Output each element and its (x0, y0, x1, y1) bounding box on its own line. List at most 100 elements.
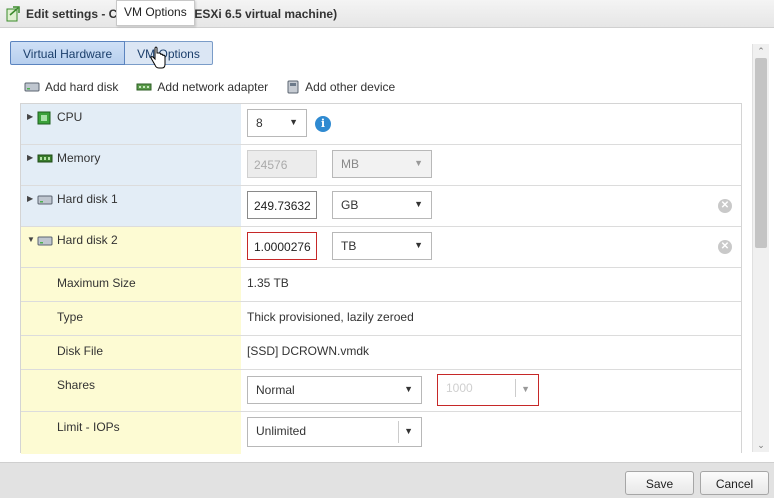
disk-file-label-cell: Disk File (21, 336, 241, 369)
hard-disk-icon (37, 195, 53, 205)
dialog-footer: Save Cancel (0, 462, 774, 498)
add-hard-disk-label: Add hard disk (45, 80, 119, 94)
memory-icon (37, 154, 53, 163)
hard-disk-2-unit-select[interactable]: TB ▼ (332, 232, 432, 260)
hard-disk-icon (37, 236, 53, 246)
shares-select[interactable]: Normal ▼ (247, 376, 422, 404)
hard-disk-1-value-cell: 249.73632 GB ▼ ✕ (241, 186, 741, 226)
hard-disk-1-label: Hard disk 1 (57, 192, 118, 206)
table-row-disk-file: Disk File [SSD] DCROWN.vmdk (21, 336, 741, 370)
memory-input[interactable]: 24576 (247, 150, 317, 178)
memory-value-cell: 24576 MB ▼ (241, 145, 741, 185)
tab-bar: Virtual Hardware VM Options (10, 41, 213, 65)
expand-icon[interactable]: ▶ (27, 194, 33, 203)
limit-iops-value: Unlimited (256, 424, 307, 438)
cpu-select-value: 8 (256, 116, 263, 130)
expand-icon[interactable]: ▶ (27, 112, 33, 121)
table-row-limit-iops: Limit - IOPs Unlimited ▼ (21, 412, 741, 454)
hardware-table: ▶ CPU 8 ▼ i ▶ Memory 24576 MB ▼ ▶ Hard d… (20, 103, 742, 454)
hard-disk-2-size-input[interactable]: 1.0000276 (247, 232, 317, 260)
hard-disk-2-unit-value: TB (341, 239, 357, 253)
cancel-button[interactable]: Cancel (700, 471, 769, 495)
hard-disk-1-unit-value: GB (341, 198, 359, 212)
table-row-memory: ▶ Memory 24576 MB ▼ (21, 145, 741, 186)
dialog-titlebar: Edit settings - C ESXi 6.5 virtual machin… (0, 0, 774, 28)
add-other-device-button[interactable]: Add other device (286, 80, 395, 94)
chevron-down-icon: ▼ (289, 117, 298, 127)
add-network-adapter-label: Add network adapter (157, 80, 269, 94)
shares-label: Shares (57, 378, 96, 392)
memory-unit-value: MB (341, 157, 359, 171)
table-row-hard-disk-1: ▶ Hard disk 1 249.73632 GB ▼ ✕ (21, 186, 741, 227)
maximum-size-label: Maximum Size (57, 276, 136, 290)
hard-disk-2-value-cell: 1.0000276 TB ▼ ✕ (241, 227, 741, 267)
limit-iops-select[interactable]: Unlimited ▼ (247, 417, 422, 447)
table-row-maximum-size: Maximum Size 1.35 TB (21, 268, 741, 302)
chevron-down-icon: ▼ (404, 426, 413, 436)
memory-label-cell: ▶ Memory (21, 145, 241, 185)
memory-label: Memory (57, 151, 101, 165)
scrollbar-thumb[interactable] (755, 58, 767, 248)
disk-file-value: [SSD] DCROWN.vmdk (247, 344, 370, 358)
vertical-scrollbar[interactable]: ⌃ ⌄ (752, 44, 769, 452)
chevron-down-icon: ▼ (414, 199, 423, 209)
limit-iops-label: Limit - IOPs (57, 420, 120, 434)
table-row-cpu: ▶ CPU 8 ▼ i (21, 104, 741, 145)
maximum-size-value: 1.35 TB (247, 276, 289, 290)
cpu-value-cell: 8 ▼ i (241, 104, 741, 144)
shares-select-value: Normal (256, 383, 295, 397)
limit-iops-value-cell: Unlimited ▼ (241, 412, 741, 454)
hard-disk-1-label-cell: ▶ Hard disk 1 (21, 186, 241, 226)
hard-disk-1-unit-select[interactable]: GB ▼ (332, 191, 432, 219)
shares-value-combo[interactable]: 1000 ▼ (437, 374, 539, 406)
combo-divider (515, 379, 516, 397)
edit-settings-icon (6, 6, 20, 22)
shares-value-text: 1000 (446, 381, 473, 395)
scroll-down-icon[interactable]: ⌄ (756, 440, 766, 450)
cpu-icon (37, 111, 51, 125)
cpu-label-cell: ▶ CPU (21, 104, 241, 144)
shares-value-cell: Normal ▼ 1000 ▼ (241, 370, 741, 411)
network-adapter-icon (136, 83, 152, 91)
combo-divider (398, 421, 399, 443)
type-value-cell: Thick provisioned, lazily zeroed (241, 302, 741, 335)
collapse-icon[interactable]: ▼ (27, 235, 35, 244)
remove-icon[interactable]: ✕ (718, 199, 732, 213)
table-row-shares: Shares Normal ▼ 1000 ▼ (21, 370, 741, 412)
tooltip: VM Options (116, 0, 195, 26)
cpu-select[interactable]: 8 ▼ (247, 109, 307, 137)
chevron-down-icon: ▼ (521, 384, 530, 394)
hard-disk-1-size-input[interactable]: 249.73632 (247, 191, 317, 219)
limit-iops-label-cell: Limit - IOPs (21, 412, 241, 454)
device-icon (287, 80, 299, 94)
hard-disk-2-label: Hard disk 2 (57, 233, 118, 247)
toolbar: Add hard disk Add network adapter Add ot… (24, 80, 395, 94)
remove-icon[interactable]: ✕ (718, 240, 732, 254)
maximum-size-label-cell: Maximum Size (21, 268, 241, 301)
expand-icon[interactable]: ▶ (27, 153, 33, 162)
chevron-down-icon: ▼ (414, 240, 423, 250)
type-value: Thick provisioned, lazily zeroed (247, 310, 414, 324)
chevron-down-icon: ▼ (404, 384, 413, 394)
chevron-down-icon: ▼ (414, 158, 423, 168)
memory-unit-select[interactable]: MB ▼ (332, 150, 432, 178)
tab-vm-options[interactable]: VM Options (125, 41, 213, 65)
shares-label-cell: Shares (21, 370, 241, 411)
add-network-adapter-button[interactable]: Add network adapter (136, 80, 268, 94)
add-hard-disk-button[interactable]: Add hard disk (24, 80, 118, 94)
hard-disk-icon (24, 82, 40, 92)
info-icon[interactable]: i (315, 116, 331, 132)
type-label: Type (57, 310, 84, 324)
save-button[interactable]: Save (625, 471, 694, 495)
scroll-up-icon[interactable]: ⌃ (756, 46, 766, 56)
maximum-size-value-cell: 1.35 TB (241, 268, 741, 301)
hand-cursor-icon (150, 46, 166, 69)
type-label-cell: Type (21, 302, 241, 335)
tab-virtual-hardware[interactable]: Virtual Hardware (10, 41, 126, 65)
disk-file-value-cell: [SSD] DCROWN.vmdk (241, 336, 741, 369)
cpu-label: CPU (57, 110, 83, 124)
add-other-device-label: Add other device (305, 80, 396, 94)
disk-file-label: Disk File (57, 344, 104, 358)
hard-disk-2-label-cell: ▼ Hard disk 2 (21, 227, 241, 267)
table-row-type: Type Thick provisioned, lazily zeroed (21, 302, 741, 336)
